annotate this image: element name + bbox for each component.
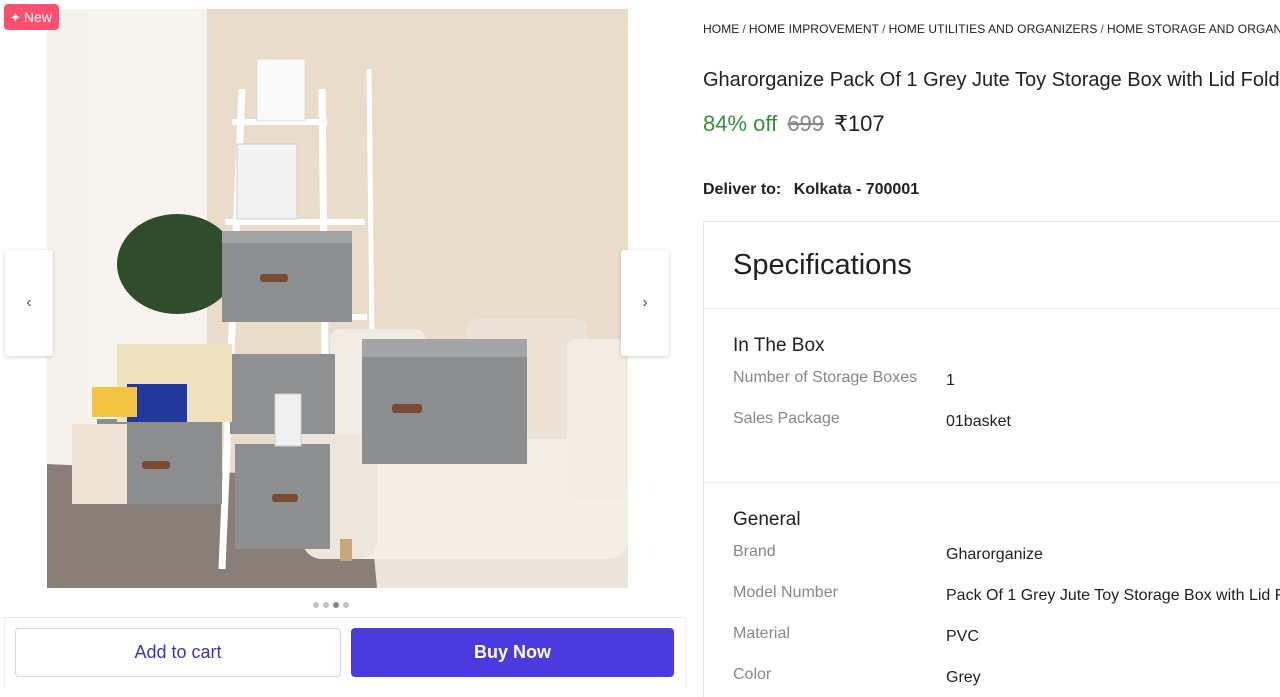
purchase-actions: Add to cart Buy Now (4, 617, 686, 687)
spec-section-in-the-box: In The Box Number of Storage Boxes 1 Sal… (704, 309, 1280, 483)
new-badge-label: New (23, 9, 52, 25)
add-to-cart-button[interactable]: Add to cart (15, 628, 341, 677)
spec-row: Model Number Pack Of 1 Grey Jute Toy Sto… (733, 584, 1280, 625)
spec-section-general: General Brand Gharorganize Model Number … (704, 483, 1280, 697)
spec-row: Color Grey (733, 666, 1280, 697)
carousel-dots (313, 602, 349, 608)
spec-section-title: In The Box (733, 335, 825, 356)
breadcrumb-item[interactable]: HOME STORAGE AND ORGANIZ (1107, 22, 1280, 36)
product-details: HOME / HOME IMPROVEMENT / HOME UTILITIES AND… (703, 0, 1280, 697)
spec-value: PVC (946, 628, 979, 645)
spec-row: Number of Storage Boxes 1 (733, 369, 1280, 410)
spec-value: 01basket (946, 413, 1011, 430)
breadcrumb: HOME / HOME IMPROVEMENT / HOME UTILITIES AND… (703, 22, 1280, 36)
spec-row: Brand Gharorganize (733, 543, 1280, 584)
spec-value: Gharorganize (946, 546, 1043, 563)
breadcrumb-item[interactable]: HOME (703, 22, 739, 36)
price-row: 84% off 699 ₹107 (703, 111, 885, 137)
product-image[interactable] (47, 9, 628, 588)
carousel-dot-active[interactable] (333, 602, 339, 608)
deliver-label: Deliver to: (703, 181, 782, 198)
carousel-dot[interactable] (323, 602, 329, 608)
spec-value: Pack Of 1 Grey Jute Toy Storage Box with… (946, 587, 1280, 604)
spec-value: Grey (946, 669, 981, 686)
carousel-dot[interactable] (343, 602, 349, 608)
specifications-heading: Specifications (704, 222, 1280, 309)
deliver-location-value: Kolkata - 700001 (793, 181, 920, 198)
discount-percent: 84% off (703, 111, 778, 136)
breadcrumb-item[interactable]: HOME UTILITIES AND ORGANIZERS (889, 22, 1098, 36)
image-gallery: ✦ New ‹ › Add to cart Buy Now (0, 0, 690, 697)
breadcrumb-item[interactable]: HOME IMPROVEMENT (749, 22, 879, 36)
chevron-left-icon: ‹ (26, 294, 32, 311)
spec-key: Number of Storage Boxes (733, 369, 918, 386)
spec-key: Brand (733, 543, 776, 560)
spec-row: Sales Package 01basket (733, 410, 1280, 451)
spec-key: Model Number (733, 584, 838, 601)
chevron-right-icon: › (642, 294, 648, 311)
spec-key: Material (733, 625, 790, 642)
spec-key: Sales Package (733, 410, 840, 427)
room-scene-image (47, 9, 628, 588)
buy-now-button[interactable]: Buy Now (351, 628, 674, 677)
carousel-dot[interactable] (313, 602, 319, 608)
product-page: ✦ New ‹ › Add to cart Buy Now HOME / HOM… (0, 0, 1280, 697)
original-price: 699 (787, 111, 824, 136)
next-image-button[interactable]: › (621, 250, 669, 356)
delivery-location[interactable]: Deliver to: Kolkata - 700001 (703, 181, 919, 199)
spec-value: 1 (946, 372, 955, 389)
spec-row: Material PVC (733, 625, 1280, 666)
spec-key: Color (733, 666, 772, 683)
specifications-panel: Specifications In The Box Number of Stor… (703, 221, 1280, 697)
previous-image-button[interactable]: ‹ (5, 250, 53, 356)
sparkle-icon: ✦ (10, 9, 21, 25)
spec-section-title: General (733, 509, 801, 530)
new-badge: ✦ New (4, 4, 59, 30)
selling-price: ₹107 (833, 111, 885, 136)
product-title: Gharorganize Pack Of 1 Grey Jute Toy Sto… (703, 69, 1280, 91)
